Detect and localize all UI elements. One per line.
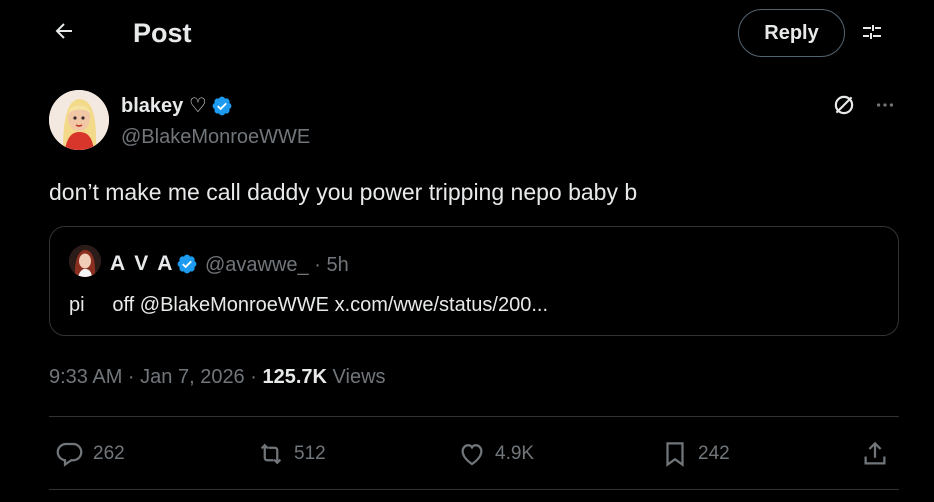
more-options-button[interactable] xyxy=(870,92,900,122)
share-icon xyxy=(860,439,890,469)
reply-icon xyxy=(55,439,85,469)
bookmark-count: 242 xyxy=(698,443,730,464)
views-count: 125.7K xyxy=(262,366,327,388)
bookmark-icon xyxy=(660,439,690,469)
divider xyxy=(49,489,899,490)
like-action[interactable]: 4.9K xyxy=(457,436,534,472)
author-handle[interactable]: @BlakeMonroeWWE xyxy=(121,126,310,148)
arrow-left-icon xyxy=(52,19,76,48)
quoted-text: pi off @BlakeMonroeWWE x.com/wwe/status/… xyxy=(69,294,548,316)
grok-button[interactable] xyxy=(829,92,859,122)
page-title: Post xyxy=(133,18,192,48)
repost-icon xyxy=(256,439,286,469)
post-meta: 9:33 AM · Jan 7, 2026 · 125.7K Views xyxy=(49,365,386,389)
quoted-avatar[interactable] xyxy=(69,245,101,277)
author-name[interactable]: blakey ♡ xyxy=(121,95,233,117)
back-button[interactable] xyxy=(44,13,84,53)
adjust-button[interactable] xyxy=(854,16,890,52)
reply-action[interactable]: 262 xyxy=(55,436,125,472)
verified-badge-icon xyxy=(211,95,233,117)
quoted-handle-time: @avawwe_ · 5h xyxy=(205,254,349,276)
like-count: 4.9K xyxy=(495,443,535,464)
reply-count: 262 xyxy=(93,443,125,464)
post-timestamp[interactable]: 9:33 AM · Jan 7, 2026 · xyxy=(49,366,262,388)
reply-button[interactable]: Reply xyxy=(738,9,845,57)
more-dots-icon xyxy=(874,94,896,121)
share-action[interactable] xyxy=(860,436,890,472)
quoted-author-name-text: A V A xyxy=(110,252,175,275)
repost-action[interactable]: 512 xyxy=(256,436,326,472)
divider xyxy=(49,416,899,417)
bookmark-action[interactable]: 242 xyxy=(660,436,730,472)
heart-icon xyxy=(457,439,487,469)
author-name-text: blakey ♡ xyxy=(121,95,207,117)
top-bar: Post Reply xyxy=(0,0,934,66)
quoted-post[interactable]: A V A @avawwe_ · 5h pi off @BlakeMonroeW… xyxy=(49,226,899,336)
post-text: don’t make me call daddy you power tripp… xyxy=(49,179,638,205)
repost-count: 512 xyxy=(294,443,326,464)
verified-badge-icon xyxy=(176,253,198,275)
views-label: Views xyxy=(326,366,386,388)
avatar[interactable] xyxy=(49,90,109,150)
grok-icon xyxy=(831,92,857,123)
quoted-author-name: A V A xyxy=(110,252,198,276)
adjust-icon xyxy=(860,20,884,49)
